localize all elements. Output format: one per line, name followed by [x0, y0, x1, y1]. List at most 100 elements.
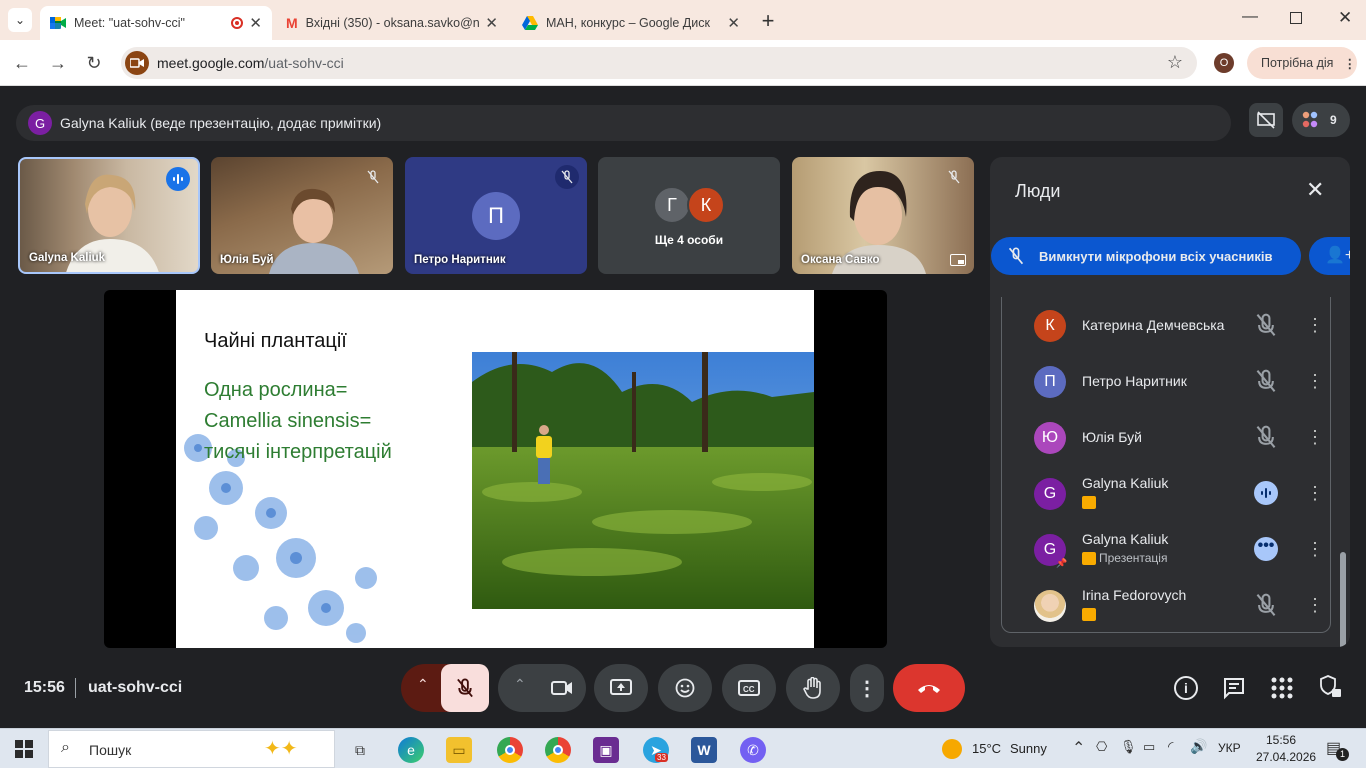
taskbar-search-box[interactable]: ⌕ Пошук ✦✦ — [48, 730, 335, 768]
reload-icon[interactable]: ↻ — [82, 51, 106, 75]
tile-name: Оксана Савко — [801, 254, 880, 266]
mic-off-indicator — [555, 165, 579, 189]
unmute-button[interactable] — [441, 664, 489, 712]
url-host: meet.google.com — [157, 55, 265, 71]
close-window-icon[interactable]: ✕ — [1338, 8, 1352, 28]
tab-drive[interactable]: МАН, конкурс – Google Диск ✕ — [512, 6, 750, 40]
participant-row[interactable]: Ю Юлія Буй ⋮ — [1002, 409, 1324, 465]
meeting-code: uat-sohv-cci — [88, 679, 183, 696]
battery-icon[interactable]: ▭ — [1143, 739, 1155, 755]
bookmark-star-icon[interactable]: ☆ — [1167, 52, 1183, 73]
participant-avatar: П — [1034, 366, 1066, 398]
presenting-badge-icon — [1082, 552, 1096, 565]
minimize-icon[interactable]: — — [1242, 8, 1258, 26]
camera-button[interactable] — [538, 664, 586, 712]
mic-off-icon[interactable] — [1254, 369, 1278, 393]
reactions-button[interactable] — [658, 664, 712, 712]
video-options-chevron-icon[interactable]: ⌃ — [514, 676, 526, 693]
clock-time[interactable]: 15:56 — [1266, 733, 1296, 747]
video-tile[interactable]: Galyna Kaliuk — [18, 157, 200, 274]
mic-off-icon — [367, 170, 379, 184]
more-options-icon[interactable]: ⋮ — [1306, 593, 1324, 617]
mic-off-icon[interactable] — [1254, 593, 1278, 617]
more-options-icon[interactable]: ⋮ — [1306, 425, 1324, 449]
add-people-button[interactable]: 👤+ — [1309, 237, 1350, 275]
url-text: meet.google.com/uat-sohv-cci — [157, 55, 344, 71]
wifi-icon[interactable]: ◜ — [1168, 738, 1173, 755]
raise-hand-button[interactable] — [786, 664, 840, 712]
address-bar[interactable]: meet.google.com/uat-sohv-cci ☆ — [121, 47, 1197, 79]
new-tab-button[interactable]: + — [758, 8, 778, 34]
close-panel-icon[interactable]: ✕ — [1306, 177, 1324, 203]
stop-presenting-button[interactable] — [1249, 103, 1283, 137]
edge-icon[interactable]: e — [398, 737, 424, 763]
participant-row[interactable]: G 📌 Galyna Kaliuk Презентація ••• ⋮ — [1002, 521, 1324, 577]
present-screen-icon — [610, 679, 632, 695]
chrome-icon[interactable] — [497, 737, 523, 763]
more-options-icon[interactable]: ⋮ — [1306, 537, 1324, 561]
meeting-details-icon[interactable]: i — [1174, 676, 1198, 700]
tab-meet[interactable]: Meet: "uat-sohv-cci" ✕ — [40, 6, 272, 40]
language-indicator[interactable]: УКР — [1218, 741, 1241, 755]
close-tab-icon[interactable]: ✕ — [727, 14, 740, 32]
panel-scrollbar[interactable] — [1340, 552, 1346, 647]
pip-icon[interactable] — [950, 254, 966, 266]
mic-off-icon[interactable] — [1254, 313, 1278, 337]
activities-icon[interactable] — [1271, 677, 1293, 699]
weather-temp[interactable]: 15°C — [972, 741, 1001, 756]
video-tile[interactable]: П Петро Наритник — [405, 157, 587, 274]
close-tab-icon[interactable]: ✕ — [485, 14, 498, 32]
people-panel: Люди ✕ Вимкнути мікрофони всіх учасників… — [990, 157, 1350, 647]
clock-date[interactable]: 27.04.2026 — [1256, 750, 1316, 764]
chrome-profile-icon[interactable] — [545, 737, 571, 763]
tab-search-button[interactable]: ⌄ — [8, 8, 32, 32]
tab-gmail[interactable]: M Вхідні (350) - oksana.savko@nu ✕ — [276, 6, 508, 40]
close-tab-icon[interactable]: ✕ — [249, 14, 262, 32]
action-required-button[interactable]: Потрібна дія ⋮ — [1247, 47, 1357, 79]
volume-icon[interactable]: 🔊 — [1190, 738, 1207, 755]
restore-icon[interactable] — [1290, 12, 1302, 24]
captions-button[interactable]: CC — [722, 664, 776, 712]
profile-avatar[interactable]: O — [1214, 53, 1234, 73]
forward-icon[interactable]: → — [46, 51, 70, 75]
weather-text[interactable]: Sunny — [1010, 741, 1047, 756]
word-icon[interactable]: W — [691, 737, 717, 763]
host-controls-icon[interactable] — [1320, 675, 1342, 699]
video-tile[interactable]: Оксана Савко — [792, 157, 974, 274]
more-options-icon[interactable]: ⋮ — [1306, 481, 1324, 505]
back-icon[interactable]: ← — [10, 51, 34, 75]
more-people-tile[interactable]: Г К Ще 4 особи — [598, 157, 780, 274]
camera-control-group: ⌃ — [498, 664, 586, 712]
participant-row[interactable]: G Galyna Kaliuk ⋮ — [1002, 465, 1324, 521]
presenting-badge-icon — [1082, 496, 1096, 509]
mic-control-group: ⌃ — [401, 664, 489, 712]
more-options-icon[interactable]: ⋮ — [1306, 313, 1324, 337]
present-button[interactable] — [594, 664, 648, 712]
chat-icon[interactable] — [1222, 676, 1246, 700]
tray-app-icon[interactable]: ⎔ — [1096, 739, 1107, 755]
more-options-button[interactable]: ⋮ — [850, 664, 884, 712]
mute-all-button[interactable]: Вимкнути мікрофони всіх учасників — [991, 237, 1301, 275]
more-options-icon[interactable]: ⋮ — [1306, 369, 1324, 393]
microphone-icon[interactable]: 🎙 — [1120, 739, 1137, 755]
participant-row[interactable]: Irina Fedorovych ⋮ — [1002, 577, 1324, 632]
save-app-icon[interactable]: ▣ — [593, 737, 619, 763]
viber-icon[interactable]: ✆ — [740, 737, 766, 763]
audio-options-chevron-icon[interactable]: ⌃ — [417, 676, 429, 693]
participant-row[interactable]: П Петро Наритник ⋮ — [1002, 353, 1324, 409]
file-explorer-icon[interactable]: ▭ — [446, 737, 472, 763]
tile-avatar: П — [472, 192, 520, 240]
people-panel-title: Люди — [1015, 181, 1061, 201]
drive-logo-icon — [522, 16, 538, 30]
windows-start-icon[interactable] — [15, 740, 33, 758]
camera-site-icon[interactable] — [125, 51, 149, 75]
video-tile[interactable]: Юлія Буй — [211, 157, 393, 274]
task-view-icon[interactable]: ⧉ — [347, 737, 373, 763]
participant-name: Irina Fedorovych — [1082, 587, 1187, 603]
svg-text:CC: CC — [743, 685, 755, 694]
participant-row[interactable]: К Катерина Демчевська ⋮ — [1002, 297, 1324, 353]
leave-call-button[interactable] — [893, 664, 965, 712]
participants-button[interactable]: 9 — [1292, 103, 1350, 137]
mic-off-icon[interactable] — [1254, 425, 1278, 449]
tray-chevron-icon[interactable]: ⌃ — [1072, 738, 1085, 758]
